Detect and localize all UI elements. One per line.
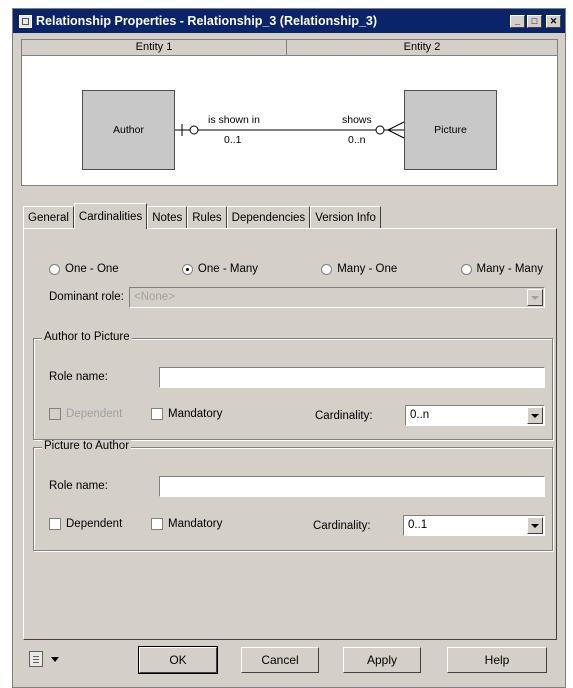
picture-to-author-dependent-checkbox[interactable]: Dependent (49, 518, 122, 530)
crowfoot-marker (387, 121, 405, 139)
author-to-picture-mandatory-box[interactable] (151, 408, 163, 420)
role-label-right: shows (342, 114, 372, 126)
author-to-picture-mandatory-checkbox[interactable]: Mandatory (151, 408, 222, 420)
tab-version-info[interactable]: Version Info (310, 206, 381, 228)
radio-many-one-dot[interactable] (321, 263, 333, 275)
picture-to-author-mandatory-checkbox[interactable]: Mandatory (151, 518, 222, 530)
picture-to-author-mandatory-box[interactable] (151, 518, 163, 530)
author-to-picture-dependent-checkbox: Dependent (49, 408, 122, 420)
app-icon (19, 14, 32, 28)
radio-many-many-dot[interactable] (460, 263, 472, 275)
picture-to-author-dependent-label: Dependent (66, 518, 123, 530)
author-to-picture-dependent-box (49, 408, 61, 420)
picture-to-author-cardinality-value: 0..1 (408, 519, 428, 531)
tab-strip: General Cardinalities Notes Rules Depend… (23, 203, 381, 229)
menu-dropdown-icon[interactable] (51, 657, 59, 662)
cardinality-radio-group: One - One One - Many Many - One Many - M… (49, 263, 543, 275)
title-bar[interactable]: Relationship Properties - Relationship_3… (13, 9, 565, 33)
optional-marker-right (375, 125, 385, 135)
role-label-left: is shown in (208, 114, 260, 126)
dropdown-arrow-icon[interactable] (527, 407, 543, 424)
dropdown-arrow-icon[interactable] (527, 517, 543, 534)
cancel-button[interactable]: Cancel (241, 647, 319, 673)
apply-button[interactable]: Apply (343, 647, 421, 673)
radio-one-one[interactable]: One - One (49, 263, 119, 275)
radio-one-one-label: One - One (65, 263, 119, 275)
radio-many-one-label: Many - One (337, 263, 398, 275)
author-to-picture-dependent-label: Dependent (66, 408, 123, 420)
radio-one-many-dot[interactable] (181, 263, 193, 275)
radio-many-one[interactable]: Many - One (321, 263, 397, 275)
relationship-link (175, 121, 405, 139)
picture-to-author-cardinality-select[interactable]: 0..1 (403, 515, 545, 536)
help-button[interactable]: Help (447, 647, 547, 673)
cardinality-label-right: 0..n (348, 134, 366, 146)
author-to-picture-cardinality-label: Cardinality: (315, 410, 373, 422)
dominant-role-select: <None> (129, 287, 545, 308)
author-to-picture-cardinality-value: 0..n (410, 409, 430, 421)
picture-to-author-dependent-box[interactable] (49, 518, 61, 530)
radio-one-many[interactable]: One - Many (181, 263, 258, 275)
picture-to-author-role-label: Role name: (49, 480, 108, 492)
picture-to-author-role-input[interactable] (159, 476, 545, 497)
picture-to-author-cardinality-label: Cardinality: (313, 520, 371, 532)
ok-button[interactable]: OK (138, 646, 218, 674)
dominant-role-value: <None> (134, 291, 175, 303)
tab-general[interactable]: General (23, 206, 74, 228)
minimize-button[interactable]: _ (510, 14, 525, 28)
dropdown-arrow-icon (527, 289, 543, 306)
tab-dependencies[interactable]: Dependencies (226, 206, 311, 228)
picture-to-author-mandatory-label: Mandatory (168, 518, 223, 530)
relationship-properties-dialog: Relationship Properties - Relationship_3… (12, 8, 566, 688)
radio-many-many[interactable]: Many - Many (460, 263, 543, 275)
author-to-picture-mandatory-label: Mandatory (168, 408, 223, 420)
properties-menu-icon[interactable] (29, 651, 43, 667)
tab-notes[interactable]: Notes (147, 206, 188, 228)
radio-many-many-label: Many - Many (476, 263, 543, 275)
relationship-diagram: Entity 1 Entity 2 Author Picture is show… (21, 39, 558, 186)
radio-one-many-label: One - Many (197, 263, 258, 275)
radio-one-one-dot[interactable] (49, 263, 60, 275)
author-to-picture-role-input[interactable] (159, 367, 545, 388)
dominant-role-label: Dominant role: (49, 291, 124, 303)
cardinality-label-left: 0..1 (224, 134, 242, 146)
maximize-button[interactable]: □ (527, 14, 542, 28)
window-title: Relationship Properties - Relationship_3… (36, 14, 378, 28)
author-to-picture-role-label: Role name: (49, 371, 108, 383)
optional-marker-left (189, 125, 199, 135)
close-button[interactable]: ✕ (546, 14, 561, 28)
tab-cardinalities[interactable]: Cardinalities (73, 203, 148, 229)
author-to-picture-title: Author to Picture (42, 331, 132, 343)
tab-rules[interactable]: Rules (187, 206, 227, 228)
picture-to-author-title: Picture to Author (42, 440, 132, 452)
author-to-picture-cardinality-select[interactable]: 0..n (405, 405, 545, 426)
